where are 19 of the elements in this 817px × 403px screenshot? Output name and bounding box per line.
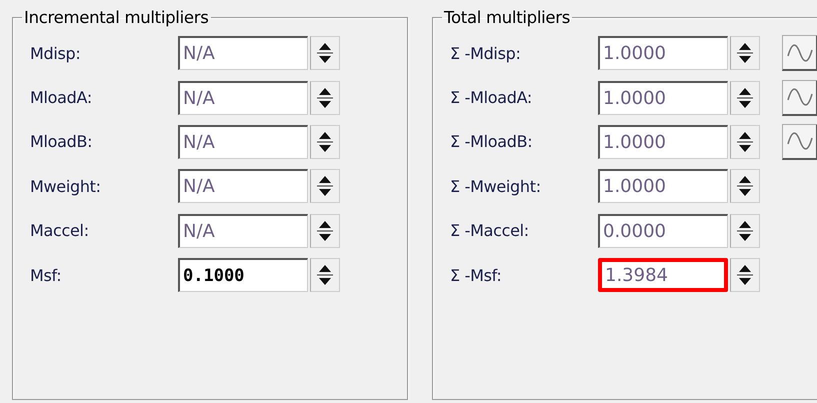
- field-label: Mweight:: [30, 176, 102, 196]
- field-label: Σ -Msf:: [450, 266, 502, 285]
- number-field[interactable]: 0.1000: [178, 258, 308, 292]
- group-title: Incremental multipliers: [23, 8, 210, 27]
- field-label: Maccel:: [30, 221, 90, 240]
- field-label: Σ -MloadA:: [450, 88, 534, 108]
- spin-buttons[interactable]: [310, 258, 340, 292]
- field-label: Σ -Mdisp:: [450, 44, 522, 63]
- spin-buttons[interactable]: [730, 36, 760, 70]
- field-label: MloadB:: [30, 132, 94, 152]
- group-title: Total multipliers: [443, 8, 572, 27]
- field-label: Σ -Maccel:: [450, 221, 530, 240]
- field-label: Σ -Mweight:: [450, 176, 542, 196]
- field-label: MloadA:: [30, 88, 93, 108]
- spin-buttons[interactable]: [730, 124, 760, 159]
- field-label: Mdisp:: [30, 44, 82, 63]
- field-label: Σ -MloadB:: [450, 132, 534, 152]
- field-label: Msf:: [30, 266, 62, 285]
- spin-buttons[interactable]: [730, 80, 760, 115]
